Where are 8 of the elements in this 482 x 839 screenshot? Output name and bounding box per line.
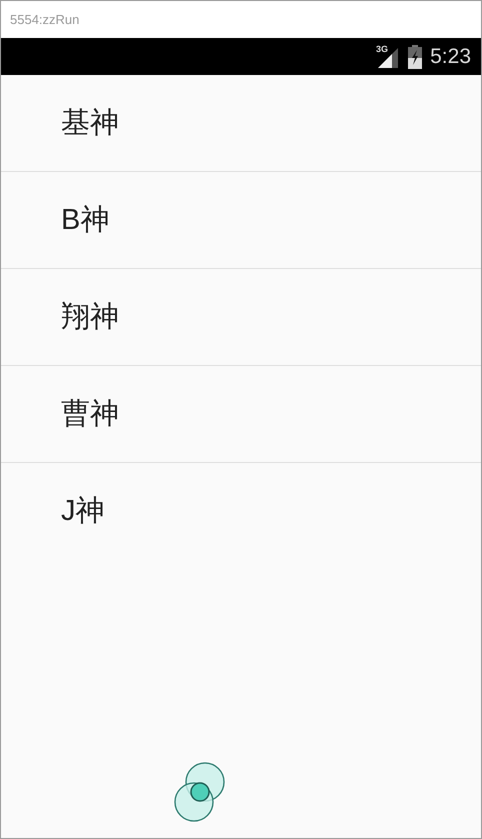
status-time: 5:23 — [430, 44, 471, 68]
battery-icon — [408, 44, 422, 68]
list-item[interactable]: J神 — [61, 491, 104, 531]
list-item[interactable]: 翔神 — [61, 297, 119, 337]
list-item[interactable]: 曹神 — [61, 394, 119, 434]
window-title: 5554:zzRun — [10, 12, 80, 27]
list-item[interactable]: 基神 — [61, 103, 119, 143]
list-item[interactable]: B神 — [61, 200, 110, 240]
